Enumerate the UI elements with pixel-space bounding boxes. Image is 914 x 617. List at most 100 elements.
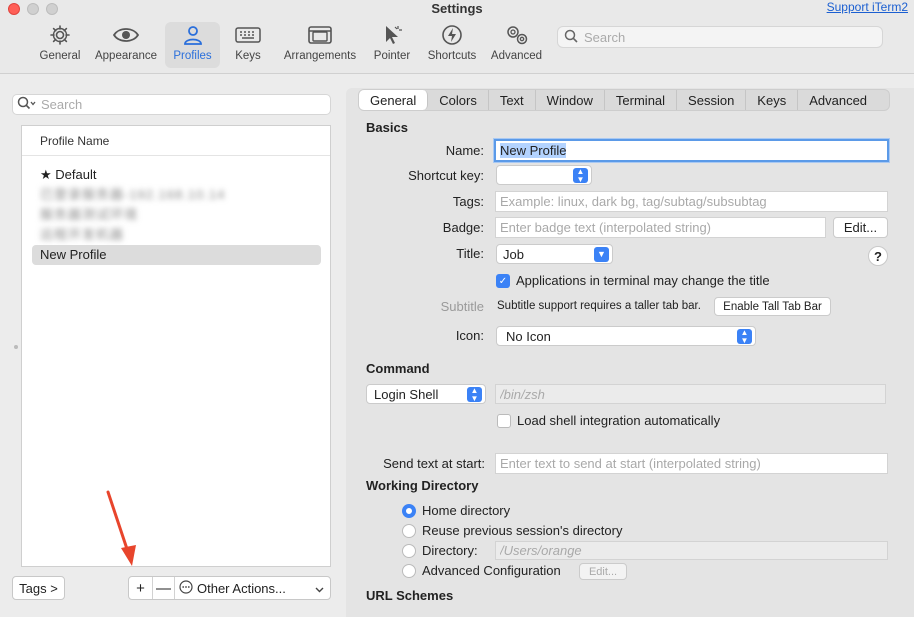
- settings-search-input[interactable]: [584, 29, 874, 45]
- tab-terminal[interactable]: Terminal: [605, 90, 678, 110]
- tab-session[interactable]: Session: [677, 90, 747, 110]
- updown-chevron-icon: ▲ ▼: [467, 386, 482, 402]
- name-value: New Profile: [500, 143, 567, 158]
- home-directory-label: Home directory: [422, 503, 511, 518]
- tab-colors[interactable]: Colors: [428, 90, 489, 110]
- chevron-down-icon: [315, 581, 324, 596]
- profile-row-new-profile[interactable]: New Profile: [32, 245, 321, 265]
- profile-list[interactable]: Profile Name ★ Default 已登录服务器-192.168.10…: [21, 125, 331, 567]
- window-title: Settings: [431, 1, 483, 16]
- tab-keys[interactable]: Keys: [746, 90, 799, 110]
- advanced-configuration-edit-button: Edit...: [579, 563, 627, 580]
- lightning-icon: [441, 22, 463, 48]
- icon-popup[interactable]: No Icon ▲ ▼: [496, 326, 756, 346]
- tab-text[interactable]: Text: [489, 90, 536, 110]
- apps-change-title-label: Applications in terminal may change the …: [516, 273, 770, 288]
- gears-icon: [503, 22, 531, 48]
- url-schemes-heading: URL Schemes: [366, 588, 454, 603]
- pointer-icon: [381, 22, 403, 48]
- updown-chevron-icon: ▲ ▼: [737, 328, 752, 344]
- advanced-configuration-radio[interactable]: [402, 564, 416, 578]
- command-mode-popup[interactable]: Login Shell ▲ ▼: [366, 384, 486, 404]
- window-arrangement-icon: [307, 22, 333, 48]
- magnifier-dropdown-icon[interactable]: [17, 96, 37, 113]
- other-actions-label: Other Actions...: [197, 580, 286, 596]
- gear-icon: [49, 22, 71, 48]
- apps-change-title-checkbox[interactable]: ✓: [496, 274, 510, 288]
- magnifier-icon: [564, 29, 578, 46]
- ellipsis-circle-icon: [179, 579, 193, 597]
- reuse-directory-label: Reuse previous session's directory: [422, 523, 623, 538]
- profile-row[interactable]: 远程开发机器: [32, 225, 321, 245]
- working-directory-heading: Working Directory: [366, 478, 479, 493]
- badge-label: Badge:: [442, 220, 484, 235]
- home-directory-radio[interactable]: [402, 504, 416, 518]
- custom-directory-label: Directory:: [422, 543, 478, 558]
- name-field[interactable]: New Profile: [494, 139, 889, 162]
- title-value: Job: [503, 246, 524, 262]
- toolbar-general[interactable]: General: [38, 22, 82, 68]
- tab-window[interactable]: Window: [536, 90, 605, 110]
- toolbar-pointer[interactable]: Pointer: [371, 22, 413, 68]
- send-text-field[interactable]: [495, 453, 888, 474]
- reuse-directory-radio[interactable]: [402, 524, 416, 538]
- profile-tabs: General Colors Text Window Terminal Sess…: [358, 89, 890, 111]
- load-shell-integration-label: Load shell integration automatically: [517, 413, 721, 428]
- other-actions-menu[interactable]: Other Actions...: [175, 577, 330, 599]
- profile-row[interactable]: 已登录服务器-192.168.10.14: [32, 185, 321, 205]
- add-profile-button[interactable]: +: [129, 577, 153, 599]
- toolbar-shortcuts[interactable]: Shortcuts: [425, 22, 479, 68]
- enable-tall-tab-bar-button[interactable]: Enable Tall Tab Bar: [714, 297, 831, 316]
- icon-value: No Icon: [506, 328, 551, 344]
- tags-field[interactable]: [495, 191, 888, 212]
- command-mode-value: Login Shell: [374, 386, 439, 402]
- directory-path-input: [500, 543, 887, 558]
- toolbar-arrangements[interactable]: Arrangements: [282, 22, 358, 68]
- directory-path-field: [495, 541, 888, 560]
- basics-heading: Basics: [366, 120, 408, 135]
- shortcut-key-popup[interactable]: ▲ ▼: [496, 165, 592, 185]
- title-popup[interactable]: Job ▼: [496, 244, 613, 264]
- badge-field[interactable]: [495, 217, 826, 238]
- shortcut-key-label: Shortcut key:: [408, 168, 484, 183]
- keyboard-icon: [235, 22, 261, 48]
- badge-input[interactable]: [500, 220, 825, 235]
- profile-search-input[interactable]: [41, 97, 321, 112]
- profile-actions-bar: + — Other Actions...: [128, 576, 331, 600]
- tab-advanced[interactable]: Advanced: [798, 90, 878, 110]
- tab-general[interactable]: General: [359, 90, 429, 110]
- badge-edit-button[interactable]: Edit...: [833, 217, 888, 238]
- profile-row-default[interactable]: ★ Default: [32, 165, 321, 185]
- toolbar-advanced[interactable]: Advanced: [489, 22, 544, 68]
- support-link[interactable]: Support iTerm2: [827, 0, 908, 14]
- tags-label: Tags:: [452, 194, 484, 209]
- subtitle-label: Subtitle: [440, 299, 484, 314]
- name-label: Name:: [445, 143, 484, 158]
- icon-label: Icon:: [455, 328, 484, 343]
- window-toolbar: Settings Support iTerm2 General Appearan…: [0, 0, 914, 74]
- advanced-configuration-label: Advanced Configuration: [422, 563, 561, 578]
- command-heading: Command: [366, 361, 430, 376]
- remove-profile-button[interactable]: —: [153, 577, 175, 599]
- title-help-button[interactable]: ?: [868, 246, 888, 266]
- updown-chevron-icon: ▲ ▼: [573, 167, 588, 183]
- tags-button[interactable]: Tags >: [12, 576, 65, 600]
- eye-icon: [112, 22, 140, 48]
- toolbar-keys[interactable]: Keys: [230, 22, 266, 68]
- split-view-handle[interactable]: [14, 345, 18, 349]
- profile-row[interactable]: 服务器测试环境: [32, 205, 321, 225]
- toolbar-appearance[interactable]: Appearance: [93, 22, 159, 68]
- command-path-field: [495, 384, 886, 404]
- settings-search-field[interactable]: [557, 26, 883, 48]
- custom-directory-radio[interactable]: [402, 544, 416, 558]
- send-text-label: Send text at start:: [383, 456, 485, 471]
- tags-input[interactable]: [500, 194, 887, 209]
- chevron-down-icon: ▼: [594, 247, 609, 262]
- profile-name-column-header[interactable]: Profile Name: [22, 126, 330, 156]
- title-label: Title:: [456, 246, 484, 261]
- profile-search-field[interactable]: [12, 94, 331, 115]
- send-text-input[interactable]: [500, 456, 887, 471]
- toolbar-profiles[interactable]: Profiles: [165, 22, 220, 68]
- load-shell-integration-checkbox[interactable]: [497, 414, 511, 428]
- command-path-input: [500, 386, 885, 402]
